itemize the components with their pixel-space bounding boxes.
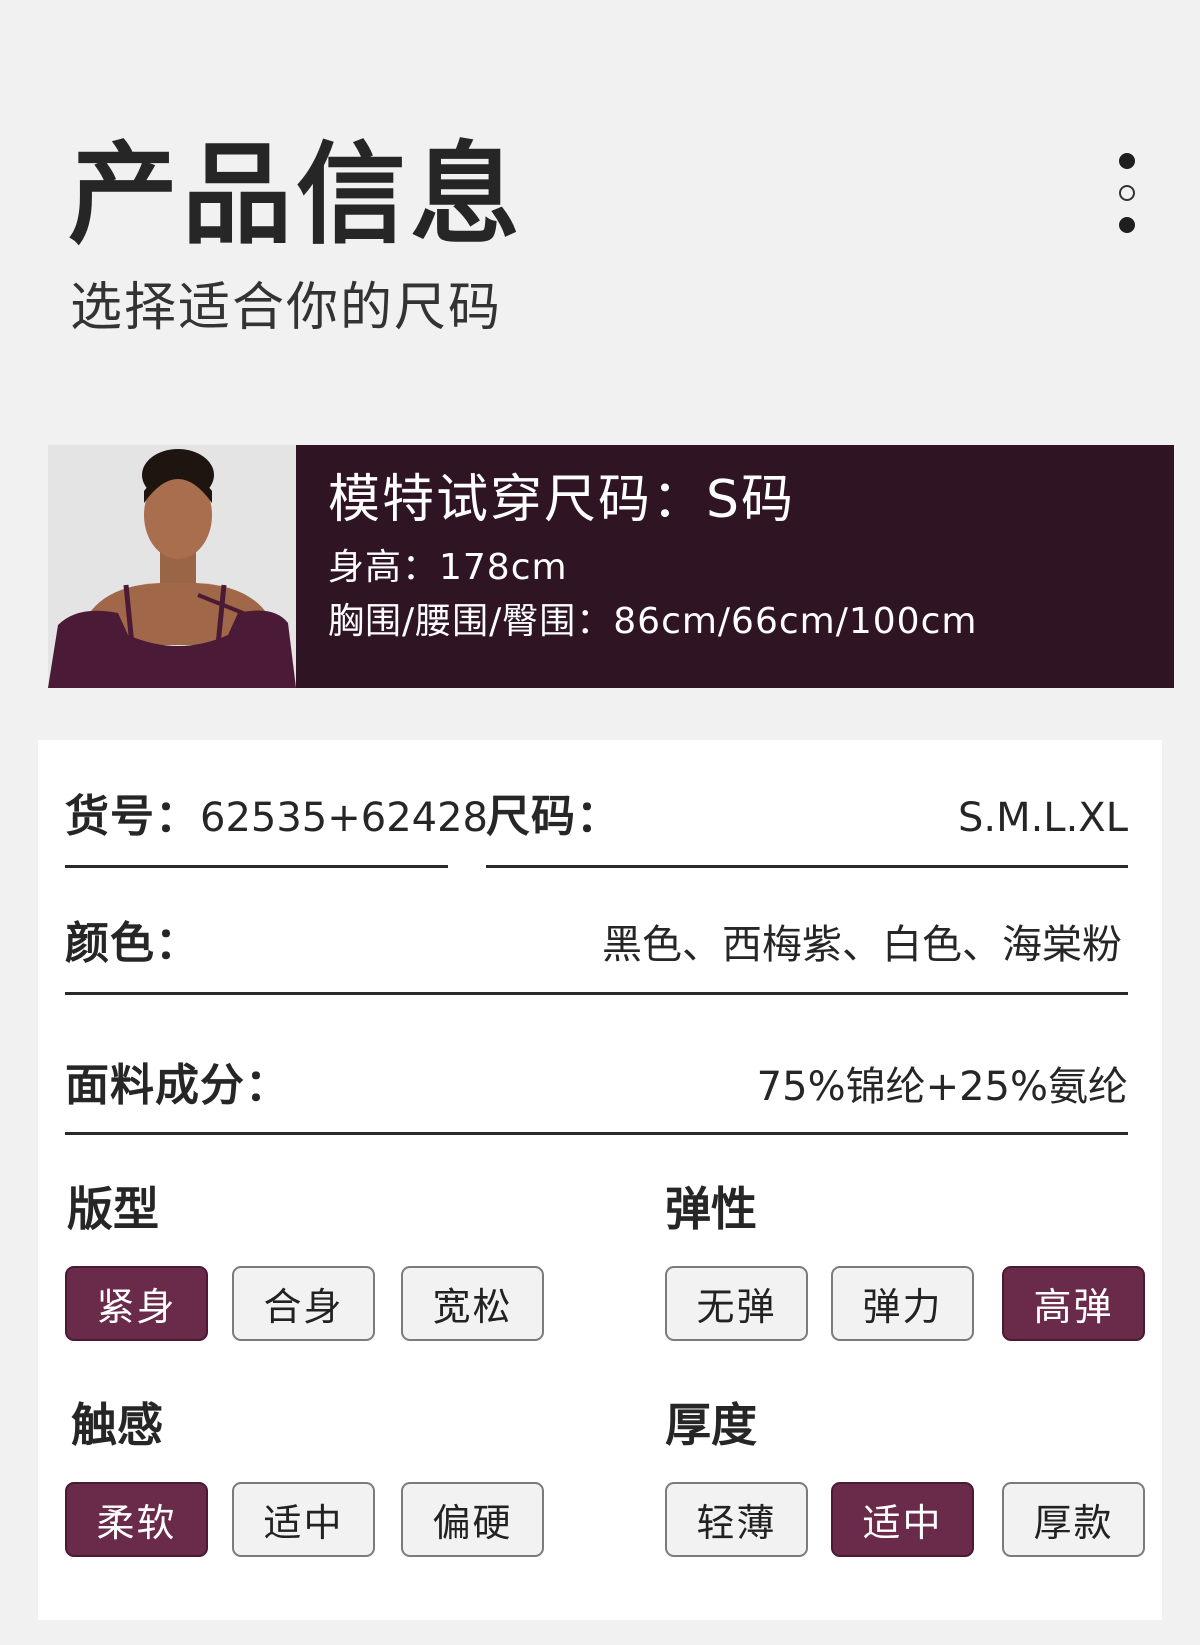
dot-icon [1119, 153, 1135, 169]
model-size-text: 模特试穿尺码：S码 [328, 470, 796, 530]
touch-title: 触感 [71, 1398, 163, 1452]
touch-option-medium[interactable]: 适中 [232, 1482, 375, 1557]
divider [65, 1132, 1128, 1135]
elasticity-option-none[interactable]: 无弹 [665, 1266, 808, 1341]
model-measurements: 胸围/腰围/臀围：86cm/66cm/100cm [328, 600, 978, 642]
fabric-label: 面料成分： [65, 1060, 290, 1111]
elasticity-option-stretch[interactable]: 弹力 [831, 1266, 974, 1341]
more-options-icon[interactable] [1112, 153, 1142, 233]
thickness-option-thin[interactable]: 轻薄 [665, 1482, 808, 1557]
touch-option-hard[interactable]: 偏硬 [401, 1482, 544, 1557]
divider [486, 865, 1128, 868]
fit-option-tight[interactable]: 紧身 [65, 1266, 208, 1341]
touch-option-soft[interactable]: 柔软 [65, 1482, 208, 1557]
model-height: 身高：178cm [328, 546, 568, 588]
size-value: S.M.L.XL [957, 795, 1128, 841]
color-label: 颜色： [65, 918, 200, 969]
model-banner: 模特试穿尺码：S码 身高：178cm 胸围/腰围/臀围：86cm/66cm/10… [48, 445, 1174, 688]
spec-card: 货号：62535+62428 尺码： S.M.L.XL 颜色： 黑色、西梅紫、白… [38, 740, 1162, 1620]
dot-hollow-icon [1119, 185, 1135, 201]
elasticity-option-high[interactable]: 高弹 [1002, 1266, 1145, 1341]
model-illustration [48, 445, 296, 688]
fit-title: 版型 [67, 1182, 159, 1236]
thickness-option-medium[interactable]: 适中 [831, 1482, 974, 1557]
thickness-option-thick[interactable]: 厚款 [1002, 1482, 1145, 1557]
item-no-row: 货号：62535+62428 [65, 795, 488, 839]
item-no-value: 62535+62428 [200, 795, 489, 841]
fit-option-regular[interactable]: 合身 [232, 1266, 375, 1341]
size-label: 尺码： [486, 791, 621, 842]
page-subtitle: 选择适合你的尺码 [70, 278, 503, 338]
divider [65, 865, 448, 868]
product-info-page: 产品信息 选择适合你的尺码 模特试穿尺码：S码 身高：178cm 胸围/腰围/臀… [0, 0, 1200, 1645]
divider [65, 992, 1128, 995]
elasticity-title: 弹性 [665, 1182, 757, 1236]
model-info: 模特试穿尺码：S码 身高：178cm 胸围/腰围/臀围：86cm/66cm/10… [296, 445, 1174, 688]
item-no-label: 货号： [65, 791, 200, 842]
fit-option-loose[interactable]: 宽松 [401, 1266, 544, 1341]
page-title: 产品信息 [68, 131, 524, 259]
thickness-title: 厚度 [665, 1398, 757, 1452]
model-photo [48, 445, 296, 688]
color-value: 黑色、西梅紫、白色、海棠粉 [602, 922, 1122, 968]
fabric-value: 75%锦纶+25%氨纶 [756, 1064, 1128, 1110]
dot-icon [1119, 217, 1135, 233]
